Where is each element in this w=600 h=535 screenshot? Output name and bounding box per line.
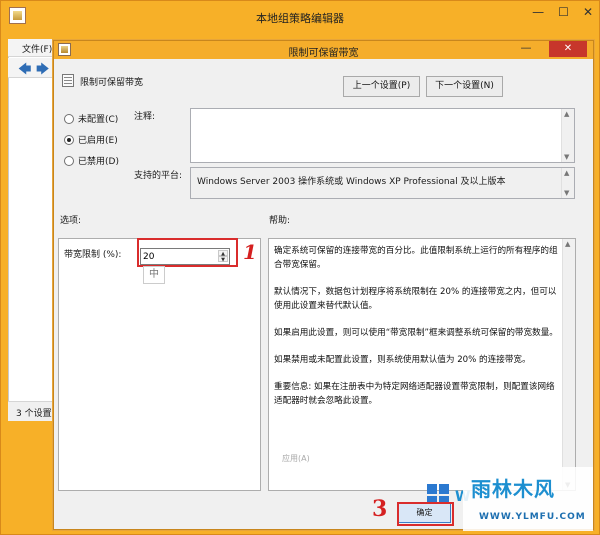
supported-platform-text: Windows Server 2003 操作系统或 Windows XP Pro… xyxy=(197,177,506,187)
platform-scrollbar[interactable]: ▲ ▼ xyxy=(561,168,574,198)
options-header: 选项: xyxy=(60,216,82,226)
scroll-up-icon[interactable]: ▲ xyxy=(564,110,569,118)
scroll-up-icon[interactable]: ▲ xyxy=(565,240,570,248)
radio-not-configured-circle[interactable] xyxy=(64,113,74,124)
ime-indicator: 中 xyxy=(143,266,165,284)
watermark-title: 雨林木风 xyxy=(471,477,555,501)
help-panel: 确定系统可保留的连接带宽的百分比。此值限制系统上运行的所有程序的组合带宽保留。 … xyxy=(268,238,576,491)
radio-not-configured[interactable]: 未配置(C) xyxy=(64,112,118,125)
annotation-step-1: 1 xyxy=(243,240,257,264)
options-panel: 带宽限制 (%): ▲ ▼ 中 xyxy=(58,238,261,491)
help-paragraph: 如果禁用或未配置此设置，则系统使用默认值为 20% 的连接带宽。 xyxy=(274,355,531,365)
annotation-step-3: 3 xyxy=(372,496,388,522)
dialog-title: 限制可保留带宽 xyxy=(288,48,359,59)
parent-status-bar: 3 个设置 xyxy=(8,401,54,421)
radio-disabled[interactable]: 已禁用(D) xyxy=(64,154,119,167)
menu-file[interactable]: 文件(F) xyxy=(8,39,54,57)
help-paragraph: 确定系统可保留的连接带宽的百分比。此值限制系统上运行的所有程序的组合带宽保留。 xyxy=(274,246,558,270)
supported-platform-box: Windows Server 2003 操作系统或 Windows XP Pro… xyxy=(190,167,575,199)
scroll-down-icon[interactable]: ▼ xyxy=(564,189,569,197)
help-paragraph: 默认情况下，数据包计划程序将系统限制在 20% 的连接带宽之内，但可以使用此设置… xyxy=(274,287,557,311)
previous-setting-button[interactable]: 上一个设置(P) xyxy=(343,76,420,97)
policy-dialog: 限制可保留带宽 — ✕ 限制可保留带宽 上一个设置(P) 下一个设置(N) 未配… xyxy=(53,40,594,530)
help-scrollbar[interactable]: ▲ ▼ xyxy=(562,239,575,490)
ghost-apply-label: 应用(A) xyxy=(282,454,310,463)
comment-textarea[interactable]: ▲ ▼ xyxy=(190,108,575,163)
back-arrow-icon[interactable]: 🡄 xyxy=(18,60,31,82)
dialog-close-button[interactable]: ✕ xyxy=(549,41,587,57)
parent-content-area xyxy=(8,39,54,421)
parent-titlebar: 本地组策略编辑器 — ☐ ✕ xyxy=(1,1,599,31)
comment-scrollbar[interactable]: ▲ ▼ xyxy=(561,109,574,162)
help-paragraph: 重要信息: 如果在注册表中为特定网络适配器设置带宽限制，则配置该网络适配器时就会… xyxy=(274,382,555,406)
parent-window-title: 本地组策略编辑器 xyxy=(256,12,344,25)
dialog-titlebar[interactable]: 限制可保留带宽 — ✕ xyxy=(54,41,593,59)
radio-disabled-circle[interactable] xyxy=(64,155,74,166)
comment-label: 注释: xyxy=(134,112,156,122)
forward-arrow-icon[interactable]: 🡆 xyxy=(36,60,49,82)
supported-platform-label: 支持的平台: xyxy=(134,171,183,181)
next-setting-button[interactable]: 下一个设置(N) xyxy=(426,76,503,97)
help-text: 确定系统可保留的连接带宽的百分比。此值限制系统上运行的所有程序的组合带宽保留。 … xyxy=(274,244,559,421)
policy-setting-icon xyxy=(62,74,74,87)
highlight-box-input xyxy=(137,238,238,267)
highlight-box-ok xyxy=(397,502,454,526)
watermark-url: WWW.YLMFU.COM xyxy=(479,512,586,522)
help-paragraph: 如果启用此设置，则可以使用“带宽限制”框来调整系统可保留的带宽数量。 xyxy=(274,328,558,338)
scroll-down-icon[interactable]: ▼ xyxy=(564,153,569,161)
radio-enabled[interactable]: 已启用(E) xyxy=(64,133,118,146)
maximize-icon[interactable]: ☐ xyxy=(558,5,569,19)
radio-disabled-label: 已禁用(D) xyxy=(78,157,119,167)
scroll-up-icon[interactable]: ▲ xyxy=(564,169,569,177)
site-watermark: 雨林木风 WWW.YLMFU.COM xyxy=(463,467,593,531)
close-icon[interactable]: ✕ xyxy=(583,5,593,19)
radio-enabled-label: 已启用(E) xyxy=(78,136,118,146)
bandwidth-limit-label: 带宽限制 (%): xyxy=(64,250,122,260)
policy-name: 限制可保留带宽 xyxy=(80,78,144,88)
minimize-icon[interactable]: — xyxy=(532,5,544,19)
parent-window-controls: — ☐ ✕ xyxy=(532,5,593,19)
help-header: 帮助: xyxy=(269,216,291,226)
dialog-minimize-icon[interactable]: — xyxy=(517,42,535,57)
radio-not-configured-label: 未配置(C) xyxy=(78,115,119,125)
parent-toolbar: 🡄 🡆 xyxy=(8,58,54,78)
radio-enabled-circle[interactable] xyxy=(64,134,74,145)
